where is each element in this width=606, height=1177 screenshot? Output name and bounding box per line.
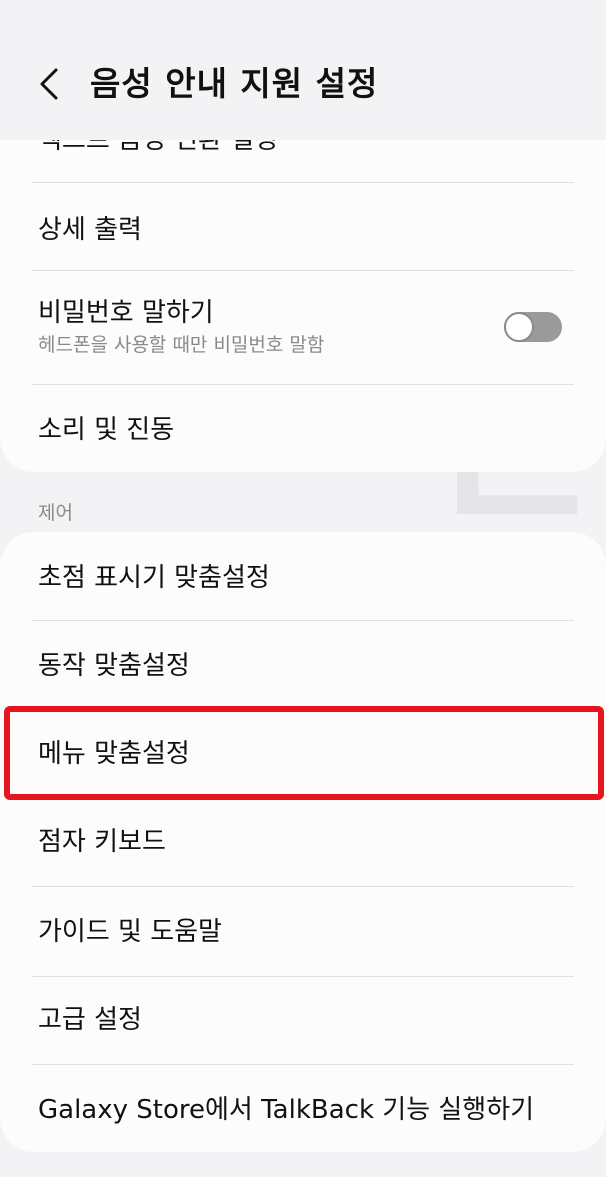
- page-title: 음성 안내 지원 설정: [90, 64, 379, 103]
- app-header: 음성 안내 지원 설정: [0, 0, 606, 140]
- list-item-braille-keyboard[interactable]: 점자 키보드: [38, 822, 574, 862]
- divider: [32, 1064, 574, 1065]
- list-item-label: Galaxy Store에서 TalkBack 기능 실행하기: [38, 1095, 535, 1125]
- list-item-gestures[interactable]: 동작 맞춤설정: [38, 646, 574, 686]
- toggle-knob: [504, 312, 534, 342]
- divider: [32, 620, 574, 621]
- section-header-control: 제어: [38, 502, 73, 524]
- list-item-label: 동작 맞춤설정: [38, 651, 190, 681]
- divider: [32, 886, 574, 887]
- settings-card-control: 초점 표시기 맞춤설정 동작 맞춤설정 메뉴 맞춤설정 점자 키보드 가이드 및…: [0, 532, 606, 1152]
- list-item-label: 비밀번호 말하기: [38, 298, 214, 328]
- list-item-speak-passwords[interactable]: 비밀번호 말하기 헤드폰을 사용할 때만 비밀번호 말함: [38, 296, 574, 366]
- divider: [32, 270, 574, 271]
- list-item-label: 고급 설정: [38, 1005, 142, 1035]
- list-item-sound-vibration[interactable]: 소리 및 진동: [38, 410, 574, 450]
- divider: [32, 384, 574, 385]
- list-item-galaxy-store-talkback[interactable]: Galaxy Store에서 TalkBack 기능 실행하기: [38, 1090, 574, 1130]
- list-item-advanced-settings[interactable]: 고급 설정: [38, 1000, 574, 1040]
- list-item-focus-indicator[interactable]: 초점 표시기 맞춤설정: [38, 558, 574, 598]
- list-item-guide-help[interactable]: 가이드 및 도움말: [38, 912, 574, 952]
- speak-passwords-toggle[interactable]: [504, 312, 562, 342]
- list-item-label: 초점 표시기 맞춤설정: [38, 563, 270, 593]
- list-item-label: 상세 출력: [38, 215, 142, 245]
- list-item-label: 소리 및 진동: [38, 415, 175, 445]
- divider: [32, 976, 574, 977]
- back-button[interactable]: [34, 62, 74, 106]
- list-item-verbosity[interactable]: 상세 출력: [38, 210, 574, 250]
- list-item-description: 헤드폰을 사용할 때만 비밀번호 말함: [38, 334, 325, 356]
- divider: [32, 182, 574, 183]
- list-item-label: 가이드 및 도움말: [38, 917, 222, 947]
- highlight-box: [4, 706, 604, 800]
- settings-card-voice: 텍스트 음성 변환 설정 상세 출력 비밀번호 말하기 헤드폰을 사용할 때만 …: [0, 110, 606, 472]
- chevron-left-icon: [40, 68, 58, 100]
- list-item-label: 점자 키보드: [38, 827, 166, 857]
